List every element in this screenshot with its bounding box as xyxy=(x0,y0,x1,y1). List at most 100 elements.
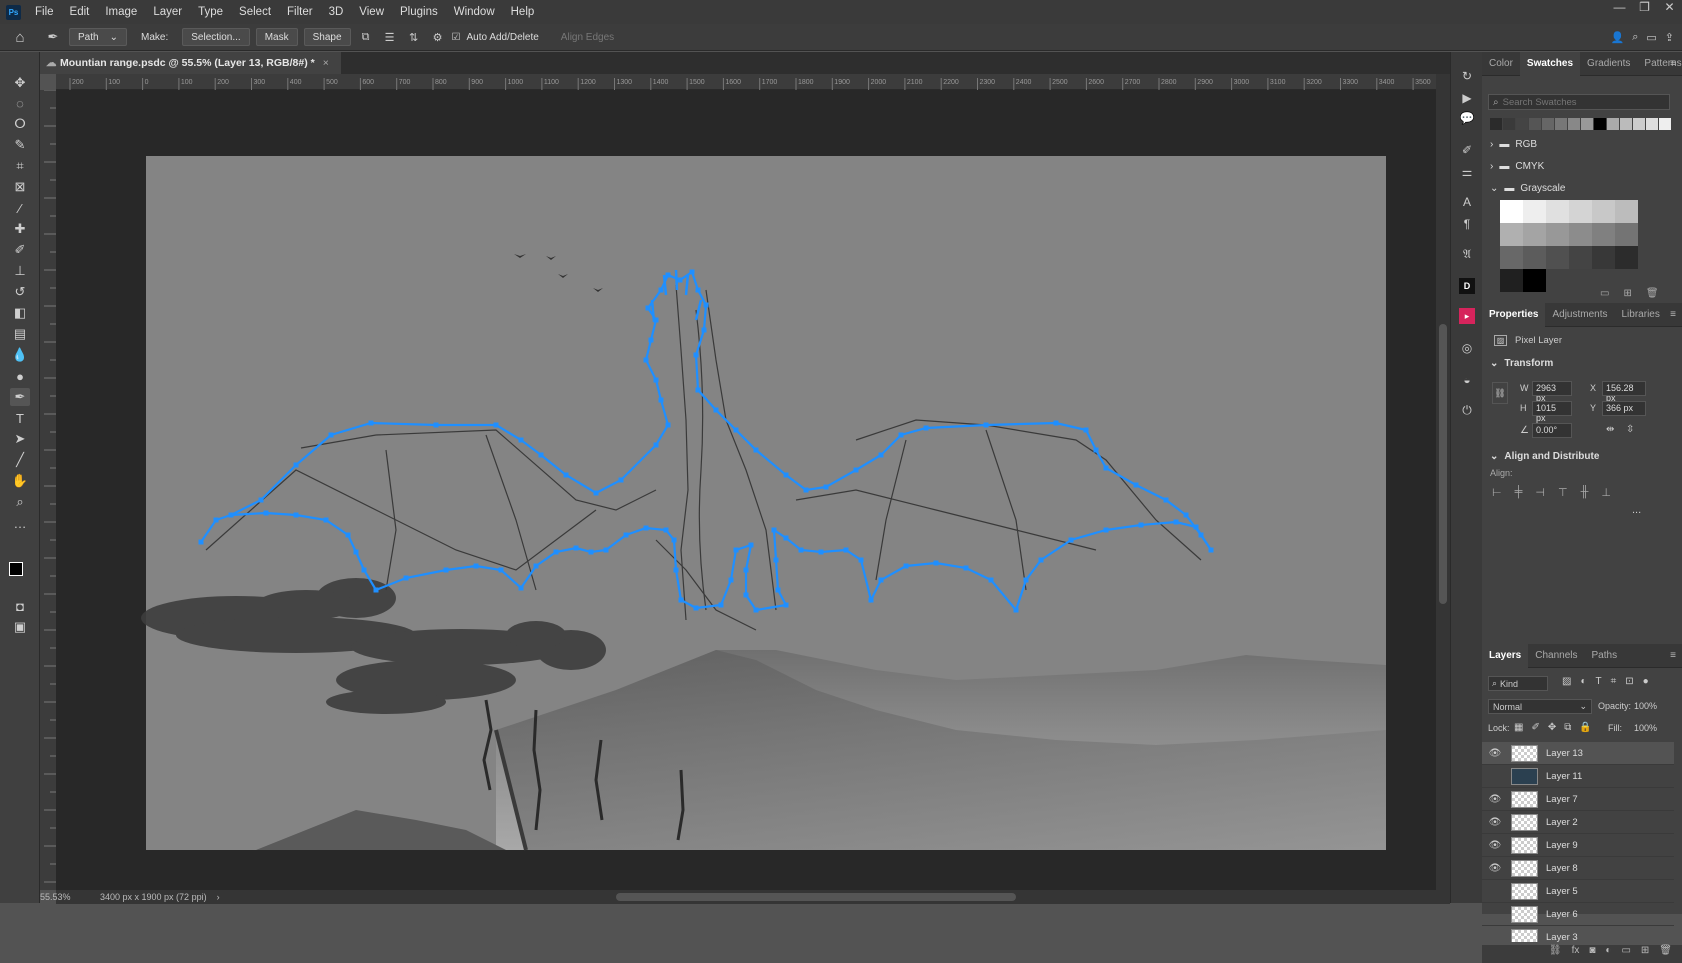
align-middle-icon[interactable]: ╫ xyxy=(1581,486,1589,499)
lasso-tool-icon[interactable]: ⵔ xyxy=(10,115,30,133)
recent-swatch[interactable] xyxy=(1646,118,1658,130)
auto-add-delete-checkbox[interactable]: ☑ xyxy=(452,32,461,43)
path-alignment-icon[interactable]: ☰ xyxy=(378,31,402,44)
new-group-icon[interactable]: ▭ xyxy=(1621,945,1630,963)
more-tools-icon[interactable]: … xyxy=(10,514,30,532)
tab-gradients[interactable]: Gradients xyxy=(1580,52,1637,76)
grayscale-swatch[interactable] xyxy=(1500,200,1523,223)
healing-brush-tool-icon[interactable]: ✚ xyxy=(10,220,30,238)
grayscale-swatch[interactable] xyxy=(1523,246,1546,269)
search-swatches-input[interactable] xyxy=(1502,96,1653,108)
plugin-circle-icon[interactable]: ◎ xyxy=(1459,340,1475,356)
comments-icon[interactable]: 💬 xyxy=(1459,110,1475,126)
brush-settings-icon[interactable]: ⚌ xyxy=(1459,164,1475,180)
plugin-d-icon[interactable]: D xyxy=(1459,278,1475,294)
filter-type-icon[interactable]: T xyxy=(1596,676,1602,687)
layer-row[interactable]: Layer 6 xyxy=(1482,903,1674,926)
hand-tool-icon[interactable]: ✋ xyxy=(10,472,30,490)
zoom-tool-icon[interactable]: ⌕ xyxy=(10,493,30,511)
close-tab-button[interactable]: × xyxy=(323,57,329,69)
path-selection-tool-icon[interactable]: ➤ xyxy=(10,430,30,448)
grayscale-swatch[interactable] xyxy=(1592,223,1615,246)
menu-filter[interactable]: Filter xyxy=(279,6,321,18)
visibility-eye-icon[interactable]: 👁 xyxy=(1486,863,1504,874)
chevron-right-icon[interactable]: › xyxy=(217,892,220,902)
grayscale-swatch[interactable] xyxy=(1592,200,1615,223)
swatch-group-rgb[interactable]: › ▬ RGB xyxy=(1490,134,1537,154)
crop-tool-icon[interactable]: ⌗ xyxy=(10,157,30,175)
glyphs-icon[interactable]: 𝔄 xyxy=(1459,246,1475,262)
align-edges-option[interactable]: Align Edges xyxy=(553,28,622,46)
quick-select-tool-icon[interactable]: ✎ xyxy=(10,136,30,154)
fill-field[interactable]: 100% xyxy=(1634,723,1657,733)
close-window-button[interactable]: ✕ xyxy=(1657,0,1682,16)
layer-row[interactable]: Layer 3 xyxy=(1482,926,1674,942)
menu-window[interactable]: Window xyxy=(446,6,503,18)
grayscale-swatch[interactable] xyxy=(1615,246,1638,269)
align-section-header[interactable]: ⌄ Align and Distribute xyxy=(1490,451,1599,462)
screen-mode-icon[interactable]: ▣ xyxy=(10,618,30,636)
align-top-icon[interactable]: ⊤ xyxy=(1558,486,1568,499)
transform-section-header[interactable]: ⌄ Transform xyxy=(1490,358,1553,369)
width-field[interactable]: 2963 px xyxy=(1532,381,1572,403)
grayscale-swatch[interactable] xyxy=(1615,223,1638,246)
filter-pixel-icon[interactable]: ▨ xyxy=(1562,676,1571,687)
tab-adjustments[interactable]: Adjustments xyxy=(1545,303,1614,327)
plugin-sphere-icon[interactable]: ◒ xyxy=(1459,372,1475,388)
x-field[interactable]: 156.28 px xyxy=(1602,381,1646,403)
foreground-color-swatch[interactable] xyxy=(9,562,23,576)
flip-vertical-icon[interactable]: ⇳ xyxy=(1626,424,1634,435)
layer-row[interactable]: Layer 11 xyxy=(1482,765,1674,788)
move-tool-icon[interactable]: ✥ xyxy=(10,74,30,92)
recent-swatch[interactable] xyxy=(1594,118,1606,130)
grayscale-swatch[interactable] xyxy=(1592,246,1615,269)
type-tool-icon[interactable]: T xyxy=(10,409,30,427)
vertical-scrollbar[interactable] xyxy=(1436,74,1450,890)
swatch-group-grayscale[interactable]: ⌄ ▬ Grayscale xyxy=(1490,178,1565,198)
trash-icon[interactable]: 🗑 xyxy=(1659,945,1672,963)
blend-mode-select[interactable]: Normal ⌄ xyxy=(1488,699,1592,714)
blur-tool-icon[interactable]: 💧 xyxy=(10,346,30,364)
recent-swatch[interactable] xyxy=(1607,118,1619,130)
recent-swatch[interactable] xyxy=(1542,118,1554,130)
layer-row[interactable]: 👁 Layer 8 xyxy=(1482,857,1674,880)
grayscale-swatch[interactable] xyxy=(1500,246,1523,269)
align-right-icon[interactable]: ⊣ xyxy=(1535,486,1545,499)
opacity-field[interactable]: 100% xyxy=(1634,701,1657,711)
pen-tool-preset-icon[interactable]: ✒ xyxy=(40,29,66,45)
grayscale-swatch[interactable] xyxy=(1500,269,1523,292)
menu-edit[interactable]: Edit xyxy=(62,6,98,18)
height-field[interactable]: 1015 px xyxy=(1532,401,1572,423)
menu-type[interactable]: Type xyxy=(190,6,231,18)
filter-shape-icon[interactable]: ⌗ xyxy=(1611,676,1617,687)
visibility-eye-icon[interactable]: 👁 xyxy=(1486,748,1504,759)
recent-swatch[interactable] xyxy=(1516,118,1528,130)
add-mask-icon[interactable]: ◙ xyxy=(1589,945,1595,963)
tab-paths[interactable]: Paths xyxy=(1585,644,1625,668)
grayscale-swatch[interactable] xyxy=(1569,246,1592,269)
frame-tool-icon[interactable]: ⊠ xyxy=(10,178,30,196)
lock-artboard-icon[interactable]: ⧉ xyxy=(1564,722,1571,733)
swatch-search[interactable]: ⌕ xyxy=(1488,94,1670,110)
menu-3d[interactable]: 3D xyxy=(321,6,352,18)
menu-image[interactable]: Image xyxy=(97,6,145,18)
maximize-button[interactable]: ❐ xyxy=(1632,0,1657,16)
lock-pixels-icon[interactable]: ✐ xyxy=(1531,722,1539,733)
layer-row[interactable]: 👁 Layer 9 xyxy=(1482,834,1674,857)
horizontal-scrollbar[interactable] xyxy=(56,890,1450,904)
align-center-icon[interactable]: ╪ xyxy=(1515,486,1523,499)
search-icon[interactable]: ⌕ xyxy=(1632,31,1638,44)
grayscale-swatch[interactable] xyxy=(1523,200,1546,223)
recent-swatch[interactable] xyxy=(1568,118,1580,130)
document-tab[interactable]: ☁ Mountian range.psdc @ 55.5% (Layer 13,… xyxy=(40,52,341,74)
plugin-stock-icon[interactable]: ▸ xyxy=(1459,308,1475,324)
panel-menu-icon[interactable]: ≡ xyxy=(1670,309,1676,320)
brushes-icon[interactable]: ✐ xyxy=(1459,142,1475,158)
recent-swatch[interactable] xyxy=(1490,118,1502,130)
character-icon[interactable]: A xyxy=(1459,194,1475,210)
minimize-button[interactable]: — xyxy=(1607,0,1632,16)
filter-smart-icon[interactable]: ⊡ xyxy=(1625,676,1633,687)
recent-swatch[interactable] xyxy=(1581,118,1593,130)
menu-help[interactable]: Help xyxy=(503,6,543,18)
plugin-power-icon[interactable]: ⏻ xyxy=(1459,402,1475,418)
